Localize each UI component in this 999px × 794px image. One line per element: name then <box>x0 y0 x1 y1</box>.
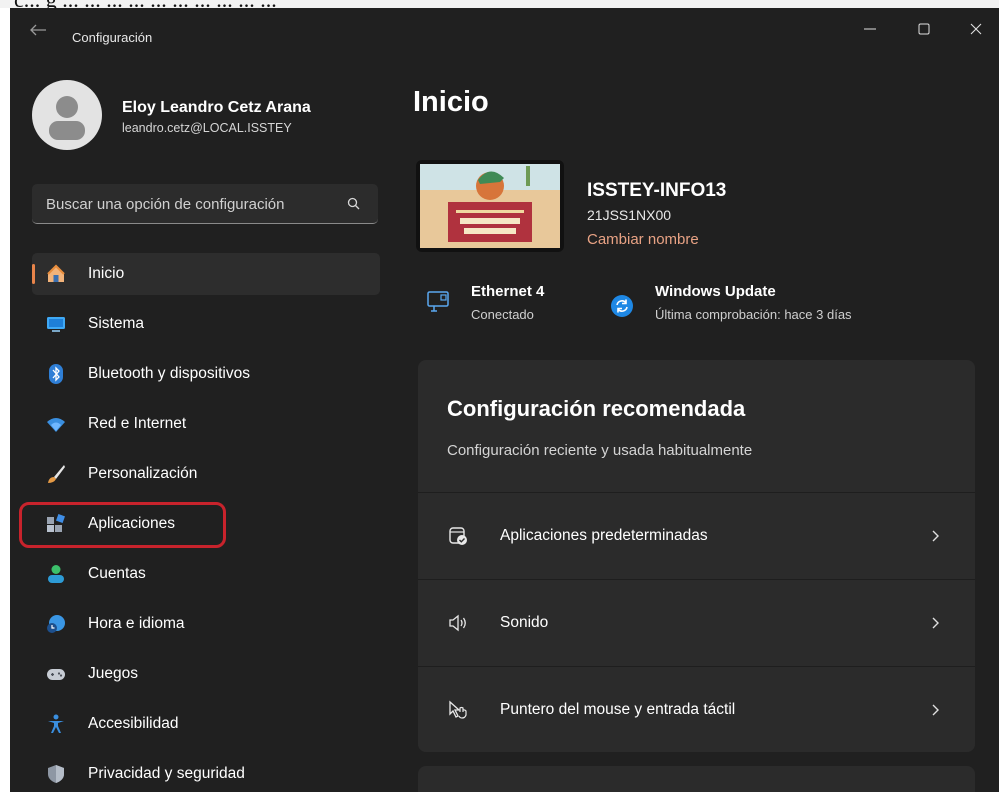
accessibility-icon <box>48 714 64 733</box>
row-label: Puntero del mouse y entrada táctil <box>500 701 736 718</box>
app-title: Configuración <box>72 30 153 45</box>
sidebar-item-juegos[interactable]: Juegos <box>32 653 380 695</box>
speaker-icon <box>449 614 466 632</box>
wifi-icon <box>47 418 65 432</box>
rename-link[interactable]: Cambiar nombre <box>587 231 699 248</box>
settings-row-mouse-touch[interactable]: Puntero del mouse y entrada táctil <box>418 666 975 752</box>
sidebar-item-label: Accesibilidad <box>88 715 179 732</box>
sidebar-item-accesibilidad[interactable]: Accesibilidad <box>32 703 380 745</box>
globe-clock-icon <box>47 615 65 633</box>
update-status-subtitle: Última comprobación: hace 3 días <box>655 307 852 322</box>
back-arrow-icon[interactable] <box>28 22 48 38</box>
search-placeholder: Buscar una opción de configuración <box>46 196 285 213</box>
search-icon[interactable] <box>346 196 362 212</box>
default-apps-icon <box>449 527 467 545</box>
chevron-right-icon <box>932 617 939 629</box>
update-status-title[interactable]: Windows Update <box>655 283 776 300</box>
monitor-icon <box>47 317 65 332</box>
sidebar-item-label: Cuentas <box>88 565 146 582</box>
sidebar-item-bluetooth[interactable]: Bluetooth y dispositivos <box>32 353 380 395</box>
sidebar-item-label: Inicio <box>88 265 125 282</box>
user-email: leandro.cetz@LOCAL.ISSTEY <box>122 121 292 135</box>
settings-row-sound[interactable]: Sonido <box>418 579 975 665</box>
sidebar-item-label: Juegos <box>88 665 138 682</box>
row-label: Sonido <box>500 614 549 631</box>
sidebar-item-label: Personalización <box>88 465 198 482</box>
device-model: 21JSS1NX00 <box>587 207 672 223</box>
close-button[interactable] <box>954 14 998 44</box>
device-name: ISSTEY-INFO13 <box>587 180 727 201</box>
background-document-text: c... g ... ... ... ... ... ... ... ... .… <box>14 0 277 8</box>
chevron-right-icon <box>932 704 939 716</box>
highlight-annotation <box>19 502 226 548</box>
page-title: Inicio <box>413 86 489 118</box>
home-icon <box>47 264 65 282</box>
recommended-settings-card: Configuración recomendada Configuración … <box>418 360 975 752</box>
sidebar-item-privacidad[interactable]: Privacidad y seguridad <box>32 753 380 792</box>
ethernet-status-subtitle: Conectado <box>471 307 534 322</box>
sidebar-item-label: Sistema <box>88 315 144 332</box>
shield-icon <box>48 765 64 783</box>
sidebar-item-sistema[interactable]: Sistema <box>32 303 380 345</box>
sidebar-item-label: Red e Internet <box>88 415 187 432</box>
search-input[interactable]: Buscar una opción de configuración <box>32 184 378 224</box>
settings-row-default-apps[interactable]: Aplicaciones predeterminadas <box>418 492 975 578</box>
sidebar-item-cuentas[interactable]: Cuentas <box>32 553 380 595</box>
chevron-right-icon <box>932 530 939 542</box>
person-icon <box>48 565 64 583</box>
title-bar: Configuración <box>10 8 999 52</box>
bluetooth-icon <box>49 364 63 384</box>
sidebar-item-label: Hora e idioma <box>88 615 185 632</box>
ethernet-icon <box>427 291 449 312</box>
sidebar-item-label: Bluetooth y dispositivos <box>88 365 250 382</box>
person-silhouette-icon <box>49 96 85 140</box>
wallpaper-image <box>420 164 560 248</box>
card-title: Configuración recomendada <box>447 396 746 421</box>
settings-window: Configuración Eloy Leandro Cetz Arana le… <box>10 8 999 792</box>
sidebar-item-hora[interactable]: Hora e idioma <box>32 603 380 645</box>
sidebar-item-label: Privacidad y seguridad <box>88 765 245 782</box>
selection-indicator <box>32 264 35 284</box>
device-wallpaper-thumbnail[interactable] <box>416 160 564 252</box>
ethernet-status-title[interactable]: Ethernet 4 <box>471 283 544 300</box>
card-subtitle: Configuración reciente y usada habitualm… <box>447 442 753 459</box>
gamepad-icon <box>47 669 65 680</box>
minimize-button[interactable] <box>848 14 892 44</box>
avatar[interactable] <box>32 80 102 150</box>
maximize-button[interactable] <box>902 14 946 44</box>
user-name: Eloy Leandro Cetz Arana <box>122 99 311 116</box>
update-icon <box>611 295 633 317</box>
pointer-icon <box>449 700 467 719</box>
brush-icon <box>48 465 65 483</box>
next-card <box>418 766 975 792</box>
sidebar-item-red[interactable]: Red e Internet <box>32 403 380 445</box>
sidebar-item-inicio[interactable]: Inicio <box>32 253 380 295</box>
sidebar-item-personalizacion[interactable]: Personalización <box>32 453 380 495</box>
row-label: Aplicaciones predeterminadas <box>500 527 708 544</box>
background-document-strip: c... g ... ... ... ... ... ... ... ... .… <box>0 0 999 8</box>
